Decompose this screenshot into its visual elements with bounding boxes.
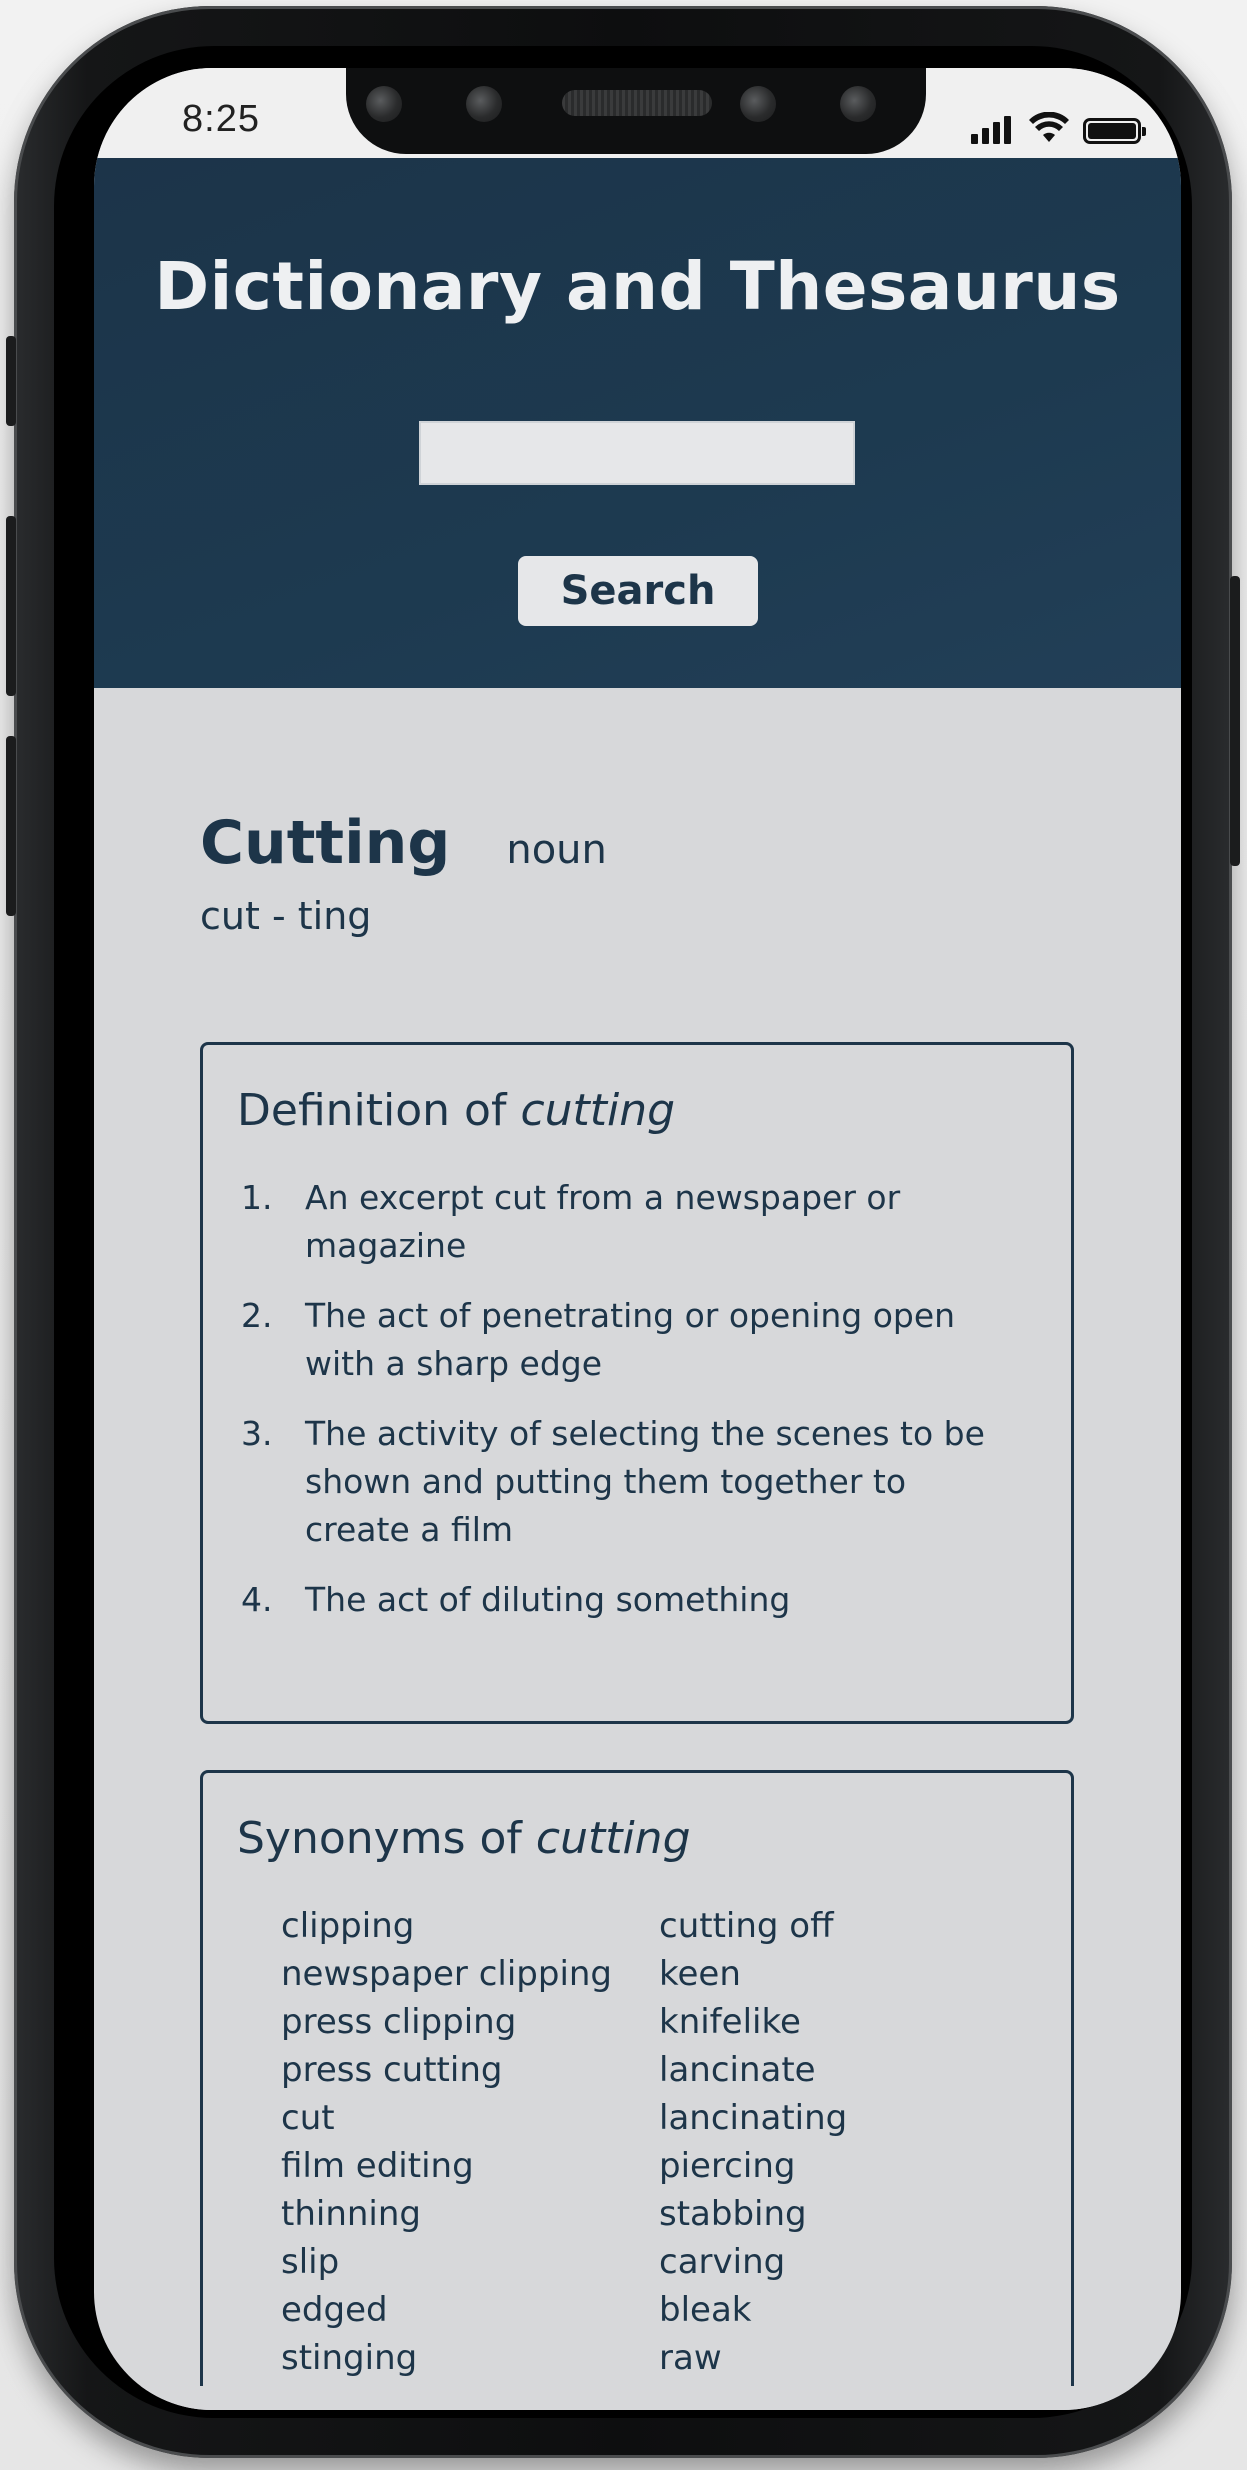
synonym-item: edged	[281, 2290, 388, 2330]
synonym-item: newspaper clipping	[281, 1954, 613, 1994]
synonym-item: press clipping	[281, 2002, 517, 2042]
screen: 8:25 Dictionary and Thesaurus Search Cut…	[94, 68, 1181, 2410]
definition-item: 3. The activity of selecting the scenes …	[237, 1410, 1037, 1554]
app-title: Dictionary and Thesaurus	[154, 248, 1121, 325]
synonym-item: stinging	[281, 2338, 418, 2378]
search-input[interactable]	[419, 421, 855, 485]
status-icons	[971, 104, 1146, 144]
definition-text: The act of diluting something	[305, 1580, 791, 1619]
definition-list: 1. An excerpt cut from a newspaper or ma…	[237, 1174, 1037, 1624]
definition-title: Definition of cutting	[237, 1085, 676, 1136]
synonym-item: film editing	[281, 2146, 474, 2186]
volume-up-button	[6, 516, 16, 696]
definition-text: The activity of selecting the scenes to …	[305, 1414, 985, 1549]
synonym-item: clipping	[281, 1906, 415, 1946]
screen-bottom-edge	[94, 2386, 1181, 2410]
headword: Cutting	[200, 808, 451, 878]
synonym-item: lancinate	[659, 2050, 816, 2090]
mute-switch	[6, 336, 16, 426]
definition-card: Definition of cutting 1. An excerpt cut …	[200, 1042, 1074, 1724]
definition-text: The act of penetrating or opening open w…	[305, 1296, 956, 1383]
status-bar: 8:25	[94, 68, 1181, 158]
power-button	[1230, 576, 1240, 866]
synonym-item: slip	[281, 2242, 340, 2282]
headword-row: Cutting noun	[200, 808, 1074, 888]
definition-number: 4.	[241, 1580, 273, 1619]
front-camera-icon	[466, 86, 502, 122]
synonym-item: raw	[659, 2338, 722, 2378]
battery-icon	[1083, 118, 1146, 144]
synonym-item: press cutting	[281, 2050, 503, 2090]
sensor-icon	[366, 86, 402, 122]
definition-number: 2.	[241, 1296, 273, 1335]
synonym-item: stabbing	[659, 2194, 807, 2234]
synonym-item: keen	[659, 1954, 741, 1994]
synonym-item: piercing	[659, 2146, 796, 2186]
ambient-sensor-icon	[840, 86, 876, 122]
volume-down-button	[6, 736, 16, 916]
synonyms-card: Synonyms of cutting clipping newspaper c…	[200, 1770, 1074, 2410]
syllable-breakdown: cut - ting	[200, 894, 372, 938]
notch	[346, 68, 926, 154]
signal-icon	[971, 114, 1015, 144]
definition-text: An excerpt cut from a newspaper or magaz…	[305, 1178, 901, 1265]
definition-item: 2. The act of penetrating or opening ope…	[237, 1292, 1037, 1388]
synonyms-column-left: clipping newspaper clipping press clippi…	[281, 1902, 659, 2382]
search-button[interactable]: Search	[518, 556, 758, 626]
synonym-item: cutting off	[659, 1906, 834, 1946]
definition-item: 1. An excerpt cut from a newspaper or ma…	[237, 1174, 1037, 1270]
earpiece-speaker	[562, 90, 712, 116]
synonym-item: bleak	[659, 2290, 752, 2330]
synonyms-column-right: cutting off keen knifelike lancinate lan…	[659, 1902, 1037, 2382]
status-time: 8:25	[182, 98, 260, 140]
phone-frame: 8:25 Dictionary and Thesaurus Search Cut…	[6, 6, 1240, 2458]
synonym-item: carving	[659, 2242, 786, 2282]
synonym-item: cut	[281, 2098, 335, 2138]
synonyms-grid: clipping newspaper clipping press clippi…	[237, 1902, 1037, 2382]
app-header: Dictionary and Thesaurus Search	[94, 158, 1181, 688]
definition-item: 4. The act of diluting something	[237, 1576, 1037, 1624]
synonym-item: thinning	[281, 2194, 422, 2234]
device-mockup: 8:25 Dictionary and Thesaurus Search Cut…	[0, 0, 1247, 2470]
wifi-icon	[1029, 112, 1069, 142]
synonym-item: lancinating	[659, 2098, 848, 2138]
entry-content: Cutting noun cut - ting Definition of cu…	[200, 808, 1074, 2410]
definition-number: 1.	[241, 1178, 273, 1217]
part-of-speech: noun	[506, 827, 607, 873]
synonym-item: knifelike	[659, 2002, 801, 2042]
synonyms-title: Synonyms of cutting	[237, 1813, 691, 1864]
proximity-sensor-icon	[740, 86, 776, 122]
definition-number: 3.	[241, 1414, 273, 1453]
